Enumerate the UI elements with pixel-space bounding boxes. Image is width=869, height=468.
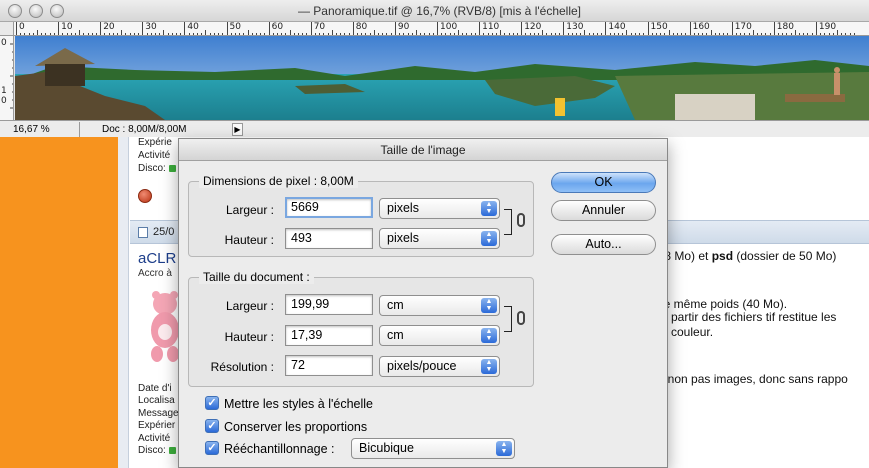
pixel-height-label: Hauteur :	[224, 233, 274, 247]
doc-height-input[interactable]: 17,39	[285, 325, 373, 346]
window-title: — Panoramique.tif @ 16,7% (RVB/8) [mis à…	[297, 4, 582, 18]
ruler-label: 190	[818, 22, 837, 32]
resample-method-select[interactable]: Bicubique ▲ ▼	[351, 438, 515, 459]
ruler-label: 160	[692, 22, 710, 32]
meta-experience: Expérier	[138, 420, 176, 432]
doc-height-unit-select[interactable]: cm ▲ ▼	[379, 325, 500, 346]
post-text-line: le même poids (40 Mo).	[661, 297, 788, 311]
ruler-label: 70	[313, 22, 326, 32]
popup-arrows-icon: ▲ ▼	[481, 328, 497, 343]
chain-link-icon	[517, 311, 525, 325]
ruler-label: 100	[440, 22, 458, 32]
status-menu-arrow-icon[interactable]: ▶	[232, 123, 243, 136]
post-icon	[138, 227, 148, 238]
meta-disco: Disco:	[138, 162, 176, 175]
post-meta-top: Expérie Activité Disco:	[138, 136, 176, 175]
ruler-ticks	[10, 43, 13, 109]
ruler-label: 10	[61, 22, 73, 32]
document-size-legend: Taille du document :	[199, 270, 314, 284]
ruler-label: 20	[103, 22, 115, 32]
disco-status-icon	[168, 446, 176, 454]
post-text-line: e couleur.	[661, 325, 714, 339]
ruler-label: 80	[355, 22, 368, 32]
pixel-width-label: Largeur :	[225, 203, 274, 217]
meta-disco: Disco:	[138, 445, 179, 457]
ruler-label: 1	[1, 86, 7, 96]
resolution-input[interactable]: 72	[285, 355, 373, 376]
offline-status-icon	[138, 189, 152, 203]
document-window: — Panoramique.tif @ 16,7% (RVB/8) [mis à…	[0, 0, 869, 137]
ruler-label: 50	[229, 22, 241, 32]
ok-button[interactable]: OK	[551, 172, 656, 193]
meta-messages: Message	[138, 407, 179, 419]
popup-arrows-icon: ▲ ▼	[481, 231, 497, 246]
horizontal-ruler[interactable]: 0 10 20 30 40 50 60 70 80 90 100 110 120 130 140 150 160…	[14, 22, 869, 36]
auto-button[interactable]: Auto...	[551, 234, 656, 255]
status-bar: 16,67 % Doc : 8,00M/8,00M ▶	[0, 120, 869, 137]
ruler-label: 110	[482, 22, 500, 32]
ruler-label: 40	[187, 22, 199, 32]
zoom-field[interactable]: 16,67 %	[0, 122, 80, 137]
doc-link-bracket	[504, 306, 512, 332]
checkmark-icon[interactable]: ✓	[205, 419, 219, 433]
doc-width-unit-select[interactable]: cm ▲ ▼	[379, 295, 500, 316]
post-text-line: ,8 Mo) et psd (dossier de 50 Mo)	[661, 249, 837, 263]
page-side-banner	[0, 122, 118, 468]
doc-width-label: Largeur :	[225, 299, 274, 313]
popup-arrows-icon: ▲ ▼	[481, 359, 497, 374]
doc-width-input[interactable]: 199,99	[285, 294, 373, 315]
post-meta-bottom: Date d'i Localisa Message Expérier Activ…	[138, 383, 179, 457]
ruler-label: 60	[271, 22, 284, 32]
dialog-title[interactable]: Taille de l'image	[179, 139, 667, 161]
popup-arrows-icon: ▲ ▼	[496, 441, 512, 456]
ruler-label: 90	[397, 22, 410, 32]
ruler-label: 120	[524, 22, 542, 32]
panorama-image[interactable]	[15, 36, 869, 120]
pixel-dimensions-legend: Dimensions de pixel : 8,00M	[199, 174, 358, 188]
image-size-dialog: Taille de l'image Dimensions de pixel : …	[178, 138, 668, 468]
vertical-ruler[interactable]: 0 1 0	[0, 36, 14, 120]
resolution-unit-select[interactable]: pixels/pouce ▲ ▼	[379, 356, 500, 377]
ruler-label: 0	[19, 22, 25, 32]
ruler-label: 30	[145, 22, 157, 32]
scale-styles-label: Mettre les styles à l'échelle	[224, 397, 373, 411]
meta-activity: Activité	[138, 150, 171, 161]
author-name[interactable]: aCLR	[138, 250, 176, 267]
cancel-button[interactable]: Annuler	[551, 200, 656, 221]
constrain-proportions-label: Conserver les proportions	[224, 420, 368, 434]
meta-experience: Expérie	[138, 137, 172, 148]
ruler-label: 0	[1, 38, 7, 48]
pixel-width-input[interactable]: 5669	[285, 197, 373, 218]
ruler-label: 140	[608, 22, 626, 32]
pixel-height-input[interactable]: 493	[285, 228, 373, 249]
ruler-label: 170	[734, 22, 752, 32]
ruler-origin[interactable]	[0, 22, 14, 36]
popup-arrows-icon: ▲ ▼	[481, 298, 497, 313]
meta-location: Localisa	[138, 395, 175, 407]
resolution-label: Résolution :	[210, 360, 274, 374]
checkmark-icon[interactable]: ✓	[205, 396, 219, 410]
pixel-link-bracket	[504, 209, 512, 235]
window-titlebar[interactable]: — Panoramique.tif @ 16,7% (RVB/8) [mis à…	[0, 0, 869, 22]
doc-height-label: Hauteur :	[224, 330, 274, 344]
popup-arrows-icon: ▲ ▼	[481, 201, 497, 216]
ruler-label: 180	[776, 22, 794, 32]
meta-date: Date d'i	[138, 383, 172, 394]
ruler-label: 150	[650, 22, 668, 32]
ruler-label: 130	[566, 22, 584, 32]
document-size-info: Doc : 8,00M/8,00M	[102, 124, 187, 135]
resample-label: Rééchantillonnage :	[224, 442, 335, 456]
post-text-line: à partir des fichiers tif restitue les	[661, 310, 837, 324]
pixel-height-unit-select[interactable]: pixels ▲ ▼	[379, 228, 500, 249]
checkmark-icon[interactable]: ✓	[205, 441, 219, 455]
post-text-line: t non pas images, donc sans rappo	[661, 372, 848, 386]
post-date: 25/0	[153, 226, 175, 238]
ruler-label: 0	[1, 96, 7, 106]
disco-status-icon	[168, 164, 176, 172]
author-rank: Accro à	[138, 268, 172, 279]
meta-activity: Activité	[138, 432, 171, 444]
chain-link-icon	[517, 213, 525, 227]
panorama-photo	[15, 36, 869, 120]
pixel-width-unit-select[interactable]: pixels ▲ ▼	[379, 198, 500, 219]
